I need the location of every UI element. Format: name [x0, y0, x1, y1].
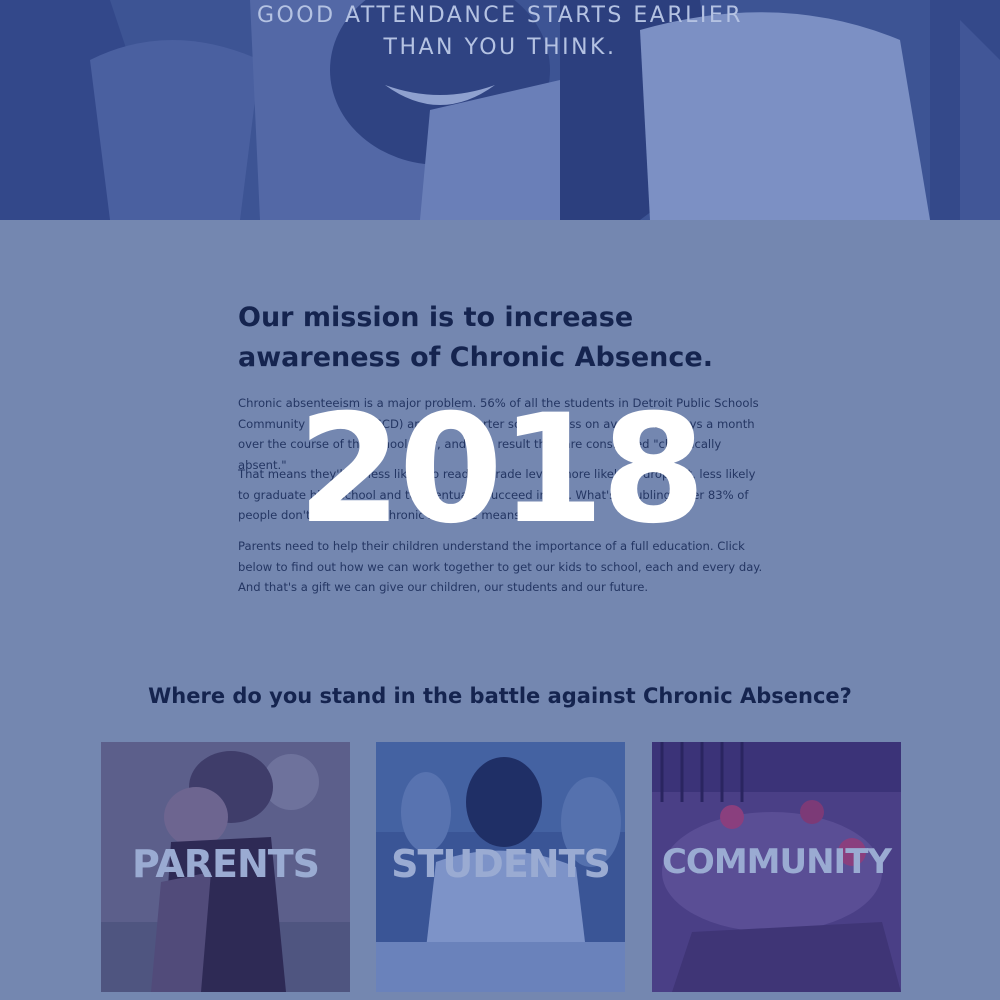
parents-label: PARENTS [131, 842, 320, 886]
hero-tagline-line2: THAN YOU THINK. [383, 35, 617, 60]
hero-tagline-line1: GOOD ATTENDANCE STARTS EARLIER [256, 3, 744, 28]
hero-photo [0, 0, 1000, 220]
community-label: COMMUNITY [661, 842, 892, 882]
students-card[interactable]: STUDENTS [376, 742, 625, 992]
mission-title-line2: awareness of Chronic Absence. [238, 342, 713, 373]
stand-title: Where do you stand in the battle against… [148, 684, 852, 708]
mission-title: Our mission is to increase awareness of … [238, 298, 798, 378]
year-watermark: 2018 [297, 383, 705, 557]
students-label: STUDENTS [391, 842, 611, 886]
hero-banner: GOOD ATTENDANCE STARTS EARLIER THAN YOU … [0, 0, 1000, 220]
community-card[interactable]: COMMUNITY [652, 742, 901, 992]
mission-title-line1: Our mission is to increase [238, 302, 634, 333]
parents-card[interactable]: PARENTS [101, 742, 350, 992]
